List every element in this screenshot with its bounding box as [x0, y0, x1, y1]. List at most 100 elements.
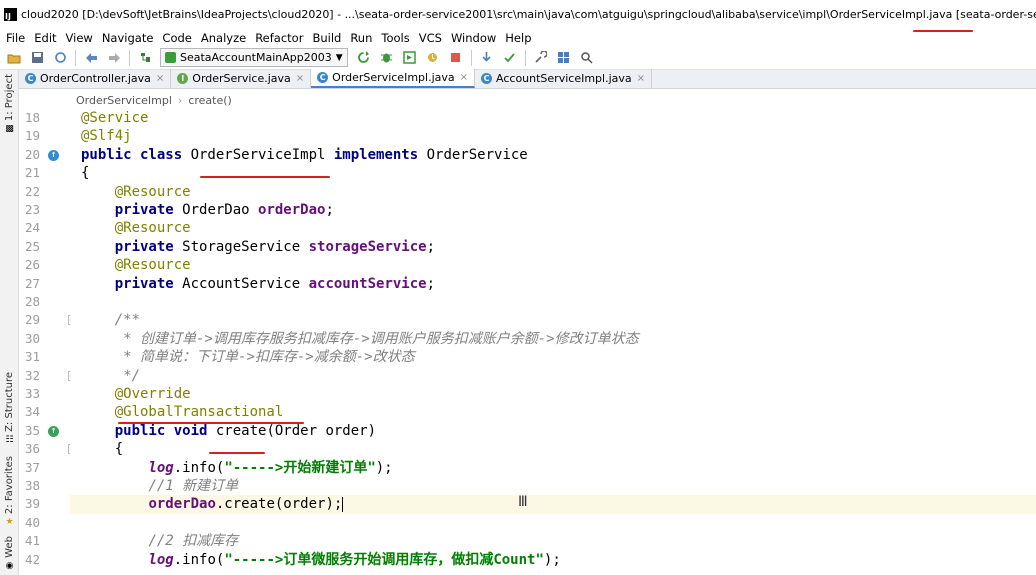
forward-arrow-icon[interactable] — [106, 50, 122, 66]
line-number[interactable]: 28 — [19, 293, 40, 311]
line-number[interactable]: 33 — [19, 385, 40, 403]
code-line[interactable]: @Resource — [70, 256, 191, 274]
code-line[interactable]: public class OrderServiceImpl implements… — [70, 146, 528, 164]
line-number[interactable]: 20 — [19, 146, 40, 164]
code-line[interactable]: log.info("----->订单微服务开始调用库存，做扣减Count"); — [70, 551, 560, 569]
save-all-icon[interactable] — [29, 50, 45, 66]
code-line[interactable]: //2 扣减库存 — [70, 532, 238, 550]
menu-item-vcs[interactable]: VCS — [419, 31, 442, 45]
line-number[interactable]: 22 — [19, 183, 40, 201]
line-number[interactable]: 23 — [19, 201, 40, 219]
line-number[interactable]: 42 — [19, 551, 40, 569]
project-tool-tab[interactable]: 1: Project ▩ — [0, 74, 19, 134]
menu-item-file[interactable]: File — [6, 31, 25, 45]
line-number[interactable]: 38 — [19, 477, 40, 495]
line-number[interactable]: 30 — [19, 330, 40, 348]
line-number[interactable]: 27 — [19, 275, 40, 293]
editor-tab[interactable]: C OrderController.java × — [19, 69, 172, 88]
code-line[interactable]: private StorageService storageService; — [70, 238, 435, 256]
menu-item-tools[interactable]: Tools — [381, 31, 409, 45]
vcs-update-icon[interactable] — [479, 50, 495, 66]
line-number[interactable]: 34 — [19, 403, 40, 421]
close-icon[interactable]: × — [637, 73, 645, 84]
editor-gutter[interactable]: 18 19 20 21 22 23 24 25 26 27 28 29 30 31 32 33 34 35 36 37… — [19, 108, 78, 575]
line-number[interactable]: 35 — [19, 422, 40, 440]
web-tool-tab[interactable]: Web ◉ — [0, 536, 19, 571]
code-line[interactable]: private AccountService accountService; — [70, 275, 435, 293]
code-line[interactable] — [70, 514, 81, 532]
menu-item-code[interactable]: Code — [162, 31, 191, 45]
breadcrumb-class[interactable]: OrderServiceImpl — [76, 94, 172, 107]
code-line[interactable]: @GlobalTransactional — [70, 403, 284, 421]
code-line[interactable]: @Slf4j — [70, 127, 132, 145]
menu-item-analyze[interactable]: Analyze — [201, 31, 246, 45]
close-icon[interactable]: × — [156, 73, 164, 84]
line-number[interactable]: 21 — [19, 164, 40, 182]
override-icon[interactable]: ↑ — [48, 425, 59, 437]
build-project-icon[interactable] — [137, 50, 153, 66]
settings-wrench-icon[interactable] — [533, 50, 549, 66]
code-line[interactable]: * 创建订单->调用库存服务扣减库存->调用账户服务扣减账户余额->修改订单状态 — [70, 330, 638, 348]
code-line[interactable]: { — [70, 164, 89, 182]
line-number[interactable]: 25 — [19, 238, 40, 256]
line-number[interactable]: 29 — [19, 311, 40, 329]
line-number[interactable]: 41 — [19, 532, 40, 550]
back-arrow-icon[interactable] — [83, 50, 99, 66]
code-line[interactable]: */ — [70, 367, 140, 385]
line-number[interactable]: 37 — [19, 459, 40, 477]
search-everywhere-icon[interactable] — [579, 50, 595, 66]
line-number[interactable]: 31 — [19, 348, 40, 366]
line-number[interactable]: 18 — [19, 109, 40, 127]
menu-item-edit[interactable]: Edit — [34, 31, 56, 45]
line-number[interactable]: 32 — [19, 367, 40, 385]
close-icon[interactable]: × — [460, 72, 468, 83]
code-line[interactable]: @Resource — [70, 219, 191, 237]
coverage-icon[interactable] — [402, 50, 418, 66]
menu-item-build[interactable]: Build — [312, 31, 341, 45]
code-line[interactable]: { — [70, 440, 123, 458]
close-icon[interactable]: × — [296, 73, 304, 84]
code-line[interactable]: * 简单说：下订单->扣库存->减余额->改状态 — [70, 348, 414, 366]
menu-item-refactor[interactable]: Refactor — [255, 31, 303, 45]
line-number[interactable]: 40 — [19, 514, 40, 532]
breadcrumb-method[interactable]: create() — [188, 94, 232, 107]
code-line[interactable]: log.info("----->开始新建订单"); — [70, 459, 392, 477]
line-number[interactable]: 26 — [19, 256, 40, 274]
menu-item-help[interactable]: Help — [505, 31, 531, 45]
line-number[interactable]: 39 — [19, 495, 40, 513]
synchronize-icon[interactable] — [52, 50, 68, 66]
open-folder-icon[interactable] — [6, 50, 22, 66]
code-editor[interactable]: @Service @Slf4j public class OrderServiceI… — [70, 108, 1036, 575]
menu-item-window[interactable]: Window — [451, 31, 496, 45]
vcs-commit-icon[interactable] — [502, 50, 518, 66]
code-line[interactable]: @Service — [70, 109, 148, 127]
editor-tab[interactable]: I OrderService.java × — [171, 69, 312, 88]
line-number[interactable]: 24 — [19, 219, 40, 237]
menu-item-run[interactable]: Run — [350, 31, 372, 45]
code-line[interactable]: //1 新建订单 — [70, 477, 238, 495]
code-line[interactable]: @Resource — [70, 183, 191, 201]
favorites-tool-tab[interactable]: 2: Favorites ★ — [0, 456, 19, 527]
run-configuration-select[interactable]: SeataAccountMainApp2003 ▼ — [160, 48, 348, 67]
editor-tab[interactable]: C OrderServiceImpl.java × — [311, 69, 476, 88]
menu-item-view[interactable]: View — [66, 31, 93, 45]
stop-icon[interactable] — [448, 50, 464, 66]
editor-tab[interactable]: C AccountServiceImpl.java × — [475, 69, 653, 88]
code-line[interactable] — [70, 293, 81, 311]
structure-tool-tab[interactable]: Z: Structure ☷ — [0, 372, 19, 445]
code-line[interactable]: public void create(Order order) — [70, 422, 376, 440]
menu-item-navigate[interactable]: Navigate — [102, 31, 154, 45]
rerun-icon[interactable] — [356, 50, 372, 66]
code-line[interactable]: /** — [70, 311, 140, 329]
project-structure-icon[interactable] — [556, 50, 572, 66]
debug-icon[interactable] — [379, 50, 395, 66]
line-number[interactable]: 19 — [19, 127, 40, 145]
profile-icon[interactable] — [425, 50, 441, 66]
code-line[interactable]: orderDao.create(order); — [70, 495, 1036, 514]
class-icon: C — [317, 72, 329, 83]
code-line[interactable]: private OrderDao orderDao; — [70, 201, 334, 219]
code-line[interactable]: @Override — [70, 385, 191, 403]
line-number[interactable]: 36 — [19, 440, 40, 458]
implemented-icon[interactable]: ↑ — [48, 149, 59, 161]
